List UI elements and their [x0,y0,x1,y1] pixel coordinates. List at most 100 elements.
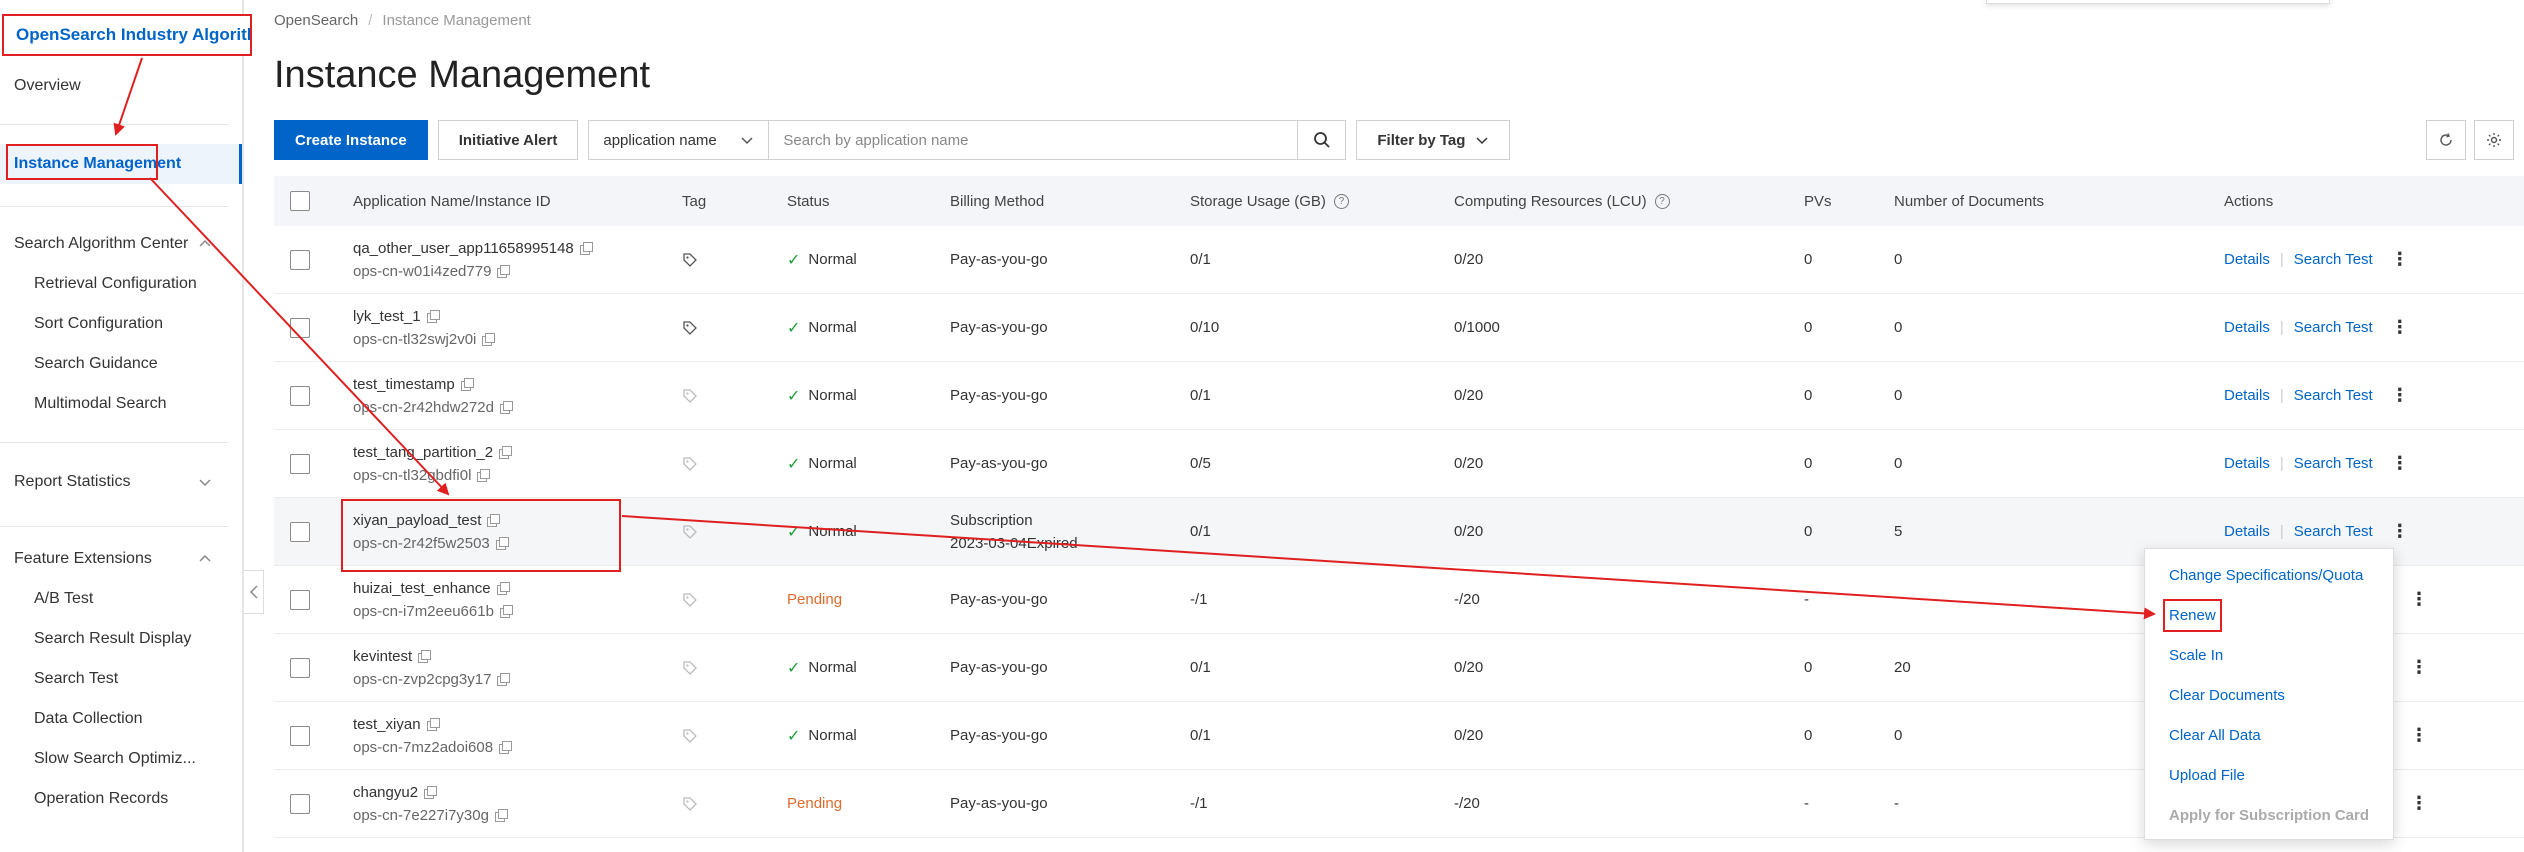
more-actions-icon[interactable]: ⋮ [2410,725,2428,746]
search-test-link[interactable]: Search Test [2294,523,2373,540]
copy-icon[interactable] [494,809,508,822]
menu-item-scale-in[interactable]: Scale In [2145,635,2393,675]
application-name[interactable]: test_xiyan [353,716,511,733]
copy-icon[interactable] [424,786,438,799]
tag-icon[interactable] [682,660,698,676]
create-instance-button[interactable]: Create Instance [274,120,428,160]
copy-icon[interactable] [426,718,440,731]
copy-icon[interactable] [460,378,474,391]
sidebar-item-ab-test[interactable]: A/B Test [0,587,242,611]
menu-item-renew[interactable]: Renew [2145,595,2393,635]
row-checkbox[interactable] [290,725,310,746]
more-actions-icon[interactable]: ⋮ [2410,793,2428,814]
tag-icon[interactable] [682,796,698,812]
menu-item-clear-all-data[interactable]: Clear All Data [2145,715,2393,755]
search-button[interactable] [1297,121,1345,159]
initiative-alert-button[interactable]: Initiative Alert [437,120,579,160]
tag-icon[interactable] [682,252,698,268]
row-checkbox[interactable] [290,249,310,270]
row-checkbox[interactable] [290,657,310,678]
tag-icon[interactable] [682,320,698,336]
sidebar-group-report-statistics[interactable]: Report Statistics [0,470,242,494]
tag-icon[interactable] [682,728,698,744]
sidebar-item-search-result-display[interactable]: Search Result Display [0,627,242,651]
more-actions-icon[interactable]: ⋮ [2391,521,2409,542]
sidebar-group-feature-extensions[interactable]: Feature Extensions [0,547,242,571]
sidebar-item-sort-configuration[interactable]: Sort Configuration [0,312,242,336]
application-name[interactable]: kevintest [353,648,509,665]
search-test-link[interactable]: Search Test [2294,319,2373,336]
more-actions-icon[interactable]: ⋮ [2410,589,2428,610]
billing-method: Pay-as-you-go [950,727,1048,744]
copy-icon[interactable] [426,310,440,323]
search-input[interactable] [769,121,1298,159]
sidebar-item-data-collection[interactable]: Data Collection [0,707,242,731]
application-name[interactable]: test_tang_partition_2 [353,444,513,461]
copy-icon[interactable] [487,514,501,527]
sidebar-item-instance-management[interactable]: Instance Management [0,144,242,184]
copy-icon[interactable] [499,605,513,618]
more-actions-icon[interactable]: ⋮ [2410,657,2428,678]
copy-icon[interactable] [579,242,593,255]
search-type-select[interactable]: application name [589,121,770,159]
more-actions-icon[interactable]: ⋮ [2391,385,2409,406]
search-test-link[interactable]: Search Test [2294,387,2373,404]
sidebar-item-overview[interactable]: Overview [0,74,242,98]
application-name[interactable]: qa_other_user_app11658995148 [353,240,593,257]
tag-icon[interactable] [682,524,698,540]
copy-icon[interactable] [482,333,496,346]
search-test-link[interactable]: Search Test [2294,251,2373,268]
details-link[interactable]: Details [2224,455,2270,472]
row-checkbox[interactable] [290,521,310,542]
tag-icon[interactable] [682,456,698,472]
details-link[interactable]: Details [2224,319,2270,336]
application-name[interactable]: xiyan_payload_test [353,512,508,529]
copy-icon[interactable] [497,673,511,686]
sidebar-item-multimodal-search[interactable]: Multimodal Search [0,392,242,416]
tag-icon[interactable] [682,388,698,404]
row-checkbox[interactable] [290,317,310,338]
application-name[interactable]: lyk_test_1 [353,308,494,325]
application-name[interactable]: test_timestamp [353,376,512,393]
sidebar-item-search-test[interactable]: Search Test [0,667,242,691]
menu-item-clear-documents[interactable]: Clear Documents [2145,675,2393,715]
copy-icon[interactable] [499,741,513,754]
more-actions-icon[interactable]: ⋮ [2391,249,2409,270]
copy-icon[interactable] [495,537,509,550]
copy-icon[interactable] [418,650,432,663]
row-checkbox[interactable] [290,793,310,814]
details-link[interactable]: Details [2224,251,2270,268]
filter-by-tag-button[interactable]: Filter by Tag [1356,120,1511,160]
row-checkbox[interactable] [290,453,310,474]
row-checkbox[interactable] [290,589,310,610]
sidebar-collapse-handle[interactable] [244,570,264,614]
tag-icon[interactable] [682,592,698,608]
more-actions-icon[interactable]: ⋮ [2391,317,2409,338]
application-name[interactable]: changyu2 [353,784,507,801]
help-icon[interactable]: ? [1654,193,1670,209]
details-link[interactable]: Details [2224,523,2270,540]
sidebar-item-search-guidance[interactable]: Search Guidance [0,352,242,376]
sidebar-item-slow-search-optimization[interactable]: Slow Search Optimiz... [0,747,242,771]
refresh-button[interactable] [2426,120,2466,160]
search-test-link[interactable]: Search Test [2294,455,2373,472]
sidebar-item-retrieval-configuration[interactable]: Retrieval Configuration [0,272,242,296]
help-icon[interactable]: ? [1333,193,1349,209]
sidebar-item-operation-records[interactable]: Operation Records [0,787,242,811]
copy-icon[interactable] [496,582,510,595]
copy-icon[interactable] [477,469,491,482]
copy-icon[interactable] [499,446,513,459]
select-all-checkbox[interactable] [290,191,310,211]
application-name[interactable]: huizai_test_enhance [353,580,512,597]
copy-icon[interactable] [499,401,513,414]
details-link[interactable]: Details [2224,387,2270,404]
breadcrumb-root[interactable]: OpenSearch [274,12,358,29]
copy-icon[interactable] [497,265,511,278]
menu-item-change-specifications[interactable]: Change Specifications/Quota [2145,555,2393,595]
sidebar-group-search-algorithm-center[interactable]: Search Algorithm Center [0,232,242,256]
product-brand-link[interactable]: OpenSearch Industry Algorithm [2,14,252,56]
row-checkbox[interactable] [290,385,310,406]
menu-item-upload-file[interactable]: Upload File [2145,755,2393,795]
more-actions-icon[interactable]: ⋮ [2391,453,2409,474]
settings-button[interactable] [2474,120,2514,160]
